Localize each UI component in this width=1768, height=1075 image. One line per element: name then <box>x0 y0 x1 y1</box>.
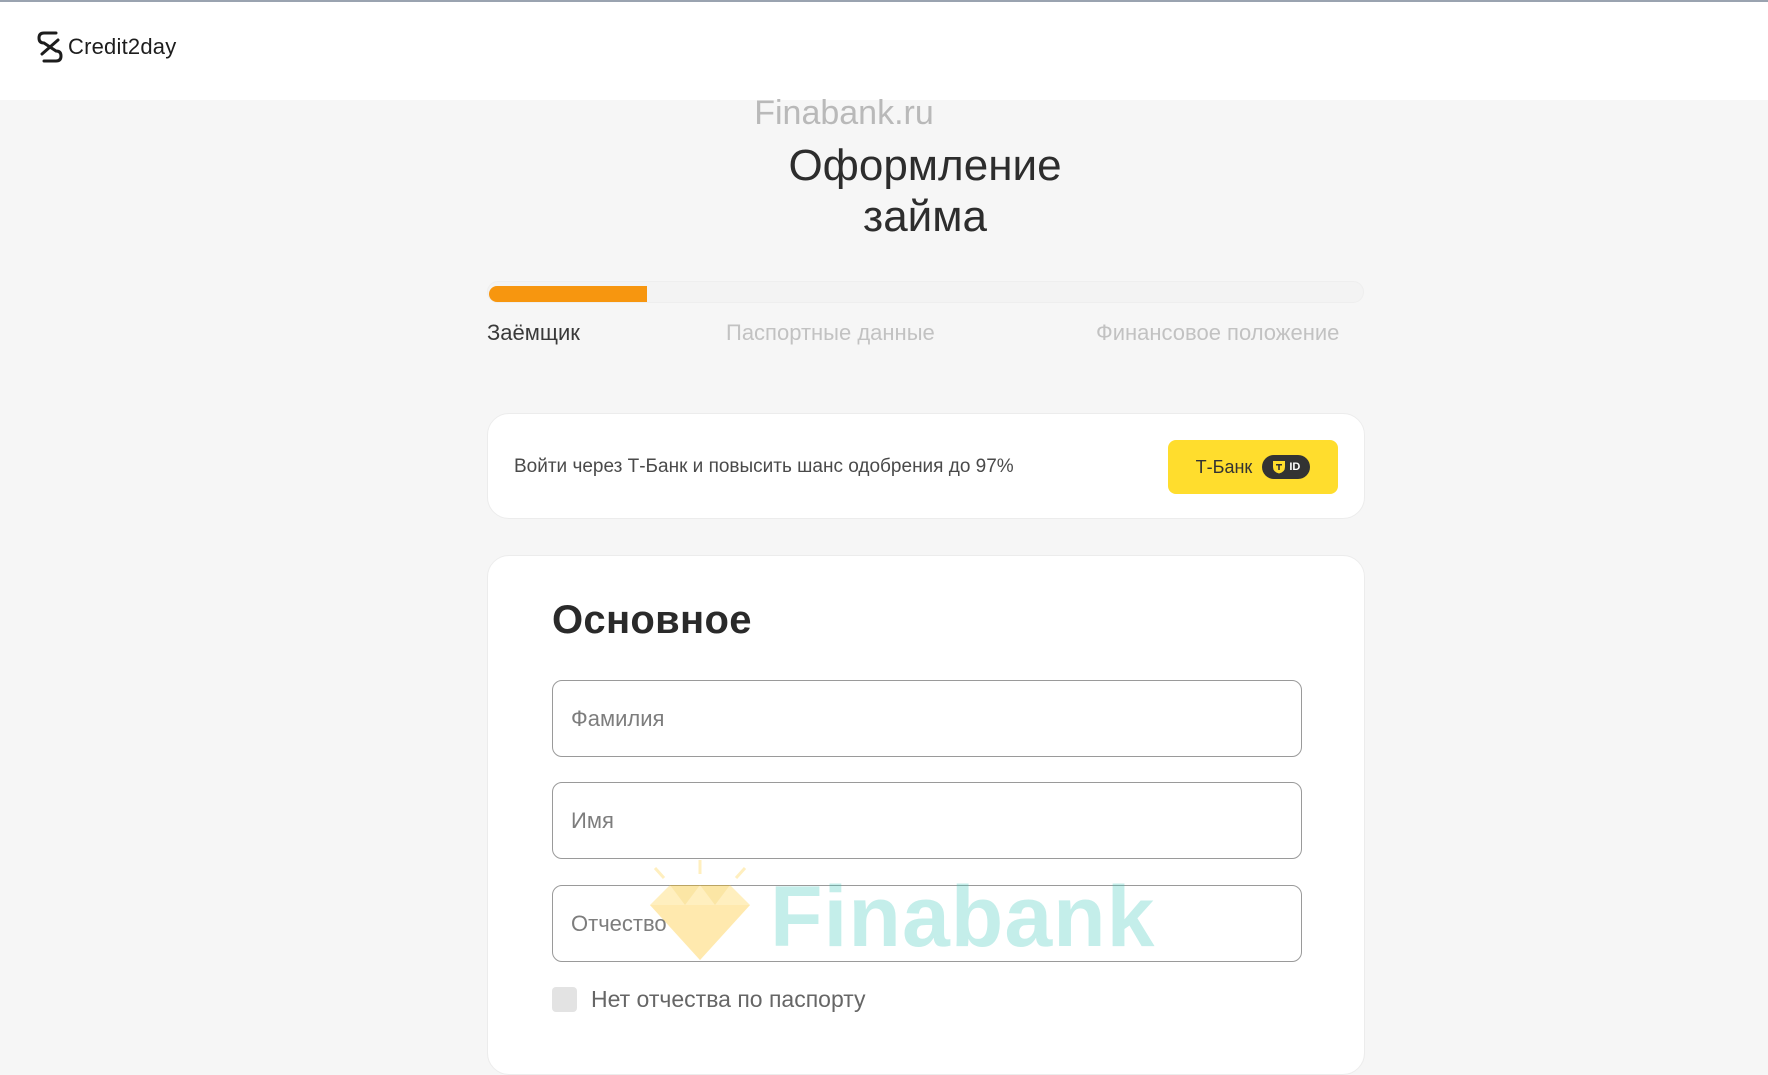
tbank-id-badge: ID <box>1262 455 1311 479</box>
credit2day-logo-icon <box>37 31 63 63</box>
first-name-input[interactable] <box>552 782 1302 859</box>
no-patronymic-checkbox-row[interactable]: Нет отчества по паспорту <box>552 986 866 1013</box>
page-title-line-1: Оформление <box>788 141 1062 190</box>
tbank-id-login-button[interactable]: Т-Банк ID <box>1168 440 1338 494</box>
section-title: Основное <box>552 598 752 642</box>
no-patronymic-label: Нет отчества по паспорту <box>591 986 866 1012</box>
page-title-line-2: займа <box>863 192 987 241</box>
last-name-input[interactable] <box>552 680 1302 757</box>
step-borrower: Заёмщик <box>487 320 580 345</box>
page-title: Оформление займа <box>0 140 1768 242</box>
tbank-button-label: Т-Банк <box>1195 456 1253 477</box>
logo-text: Credit2day <box>68 34 177 59</box>
step-financial-status: Финансовое положение <box>1096 320 1340 345</box>
main-form-card: Основное Нет отчества по паспорту <box>487 555 1365 1075</box>
tbank-promo-text: Войти через Т-Банк и повысить шанс одобр… <box>514 456 1014 477</box>
progress-fill <box>489 286 647 302</box>
patronymic-input[interactable] <box>552 885 1302 962</box>
tbank-id-text: ID <box>1289 461 1301 473</box>
tbank-login-card: Войти через Т-Банк и повысить шанс одобр… <box>487 413 1365 519</box>
site-header: Credit2day <box>0 2 1768 100</box>
watermark-text-top: Finabank.ru <box>754 94 934 132</box>
no-patronymic-checkbox[interactable] <box>552 987 577 1012</box>
tbank-shield-icon <box>1273 461 1286 474</box>
logo-link[interactable]: Credit2day <box>36 30 176 64</box>
step-passport-data: Паспортные данные <box>726 320 935 345</box>
